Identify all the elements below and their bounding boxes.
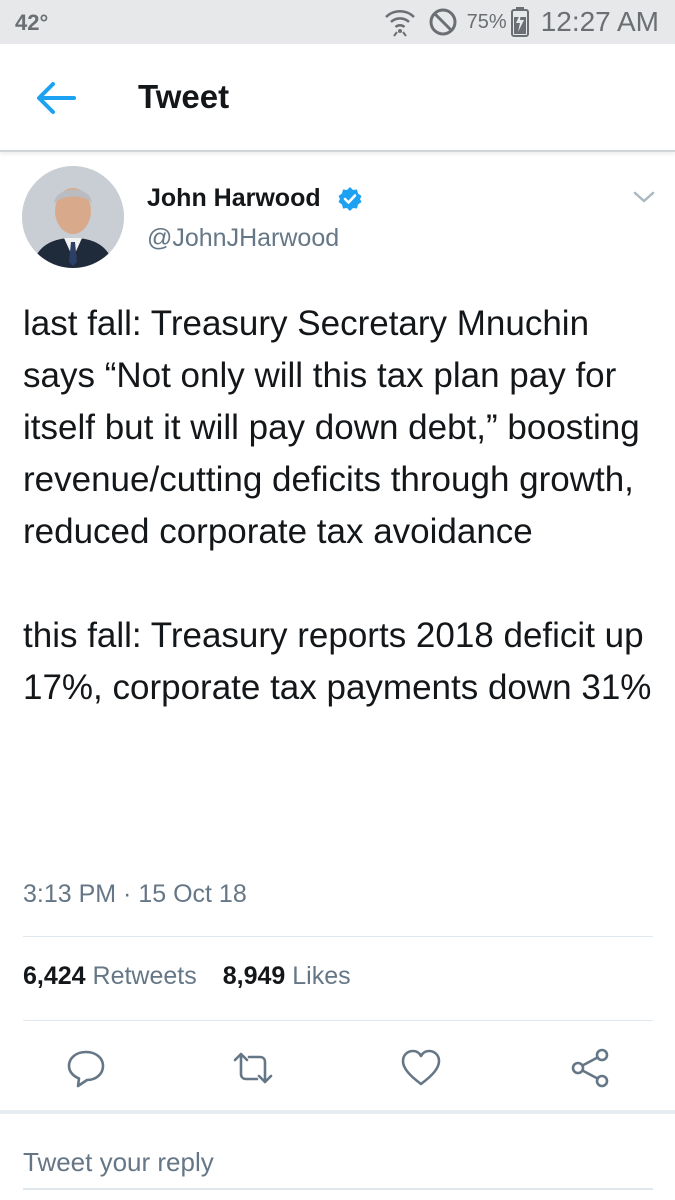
arrow-left-icon[interactable] [32, 78, 78, 118]
retweets-count: 6,424 [23, 962, 86, 990]
divider [23, 1020, 653, 1021]
battery-charging-icon [510, 7, 529, 37]
retweet-icon[interactable] [231, 1046, 275, 1090]
verified-badge-icon [338, 187, 362, 211]
reply-input[interactable] [23, 1138, 653, 1186]
clock: 12:27 AM [540, 6, 659, 37]
author-handle[interactable]: @JohnJHarwood [147, 224, 339, 253]
tweet-text: last fall: Treasury Secretary Mnuchin sa… [23, 304, 652, 707]
divider [23, 936, 653, 937]
status-bar: 42° 75% 12:27 AM [0, 0, 675, 44]
battery-percent: 75% [466, 10, 507, 33]
likes-stat[interactable]: 8,949 Likes [223, 962, 351, 991]
status-icons: 75% 12:27 AM [383, 4, 659, 40]
divider [0, 1110, 675, 1114]
reply-input-underline [23, 1188, 653, 1190]
avatar[interactable] [22, 166, 124, 268]
retweets-stat[interactable]: 6,424 Retweets [23, 962, 197, 991]
tweet-stats: 6,424 Retweets 8,949 Likes [23, 962, 351, 991]
heart-icon[interactable] [399, 1046, 443, 1090]
likes-count: 8,949 [222, 962, 286, 990]
temperature: 42° [15, 10, 49, 35]
likes-label: Likes [292, 962, 351, 990]
retweets-label: Retweets [92, 962, 197, 990]
chevron-down-icon[interactable] [630, 186, 658, 208]
wifi-icon [384, 10, 415, 37]
app-bar: Tweet [0, 44, 675, 152]
author-name[interactable]: John Harwood [147, 184, 321, 213]
tweet-timestamp: 3:13 PM · 15 Oct 18 [23, 880, 247, 908]
reply-icon[interactable] [64, 1046, 108, 1090]
share-icon[interactable] [568, 1046, 612, 1090]
do-not-disturb-icon [429, 8, 457, 36]
tweet-actions [0, 1038, 675, 1098]
page-title: Tweet [138, 78, 230, 115]
